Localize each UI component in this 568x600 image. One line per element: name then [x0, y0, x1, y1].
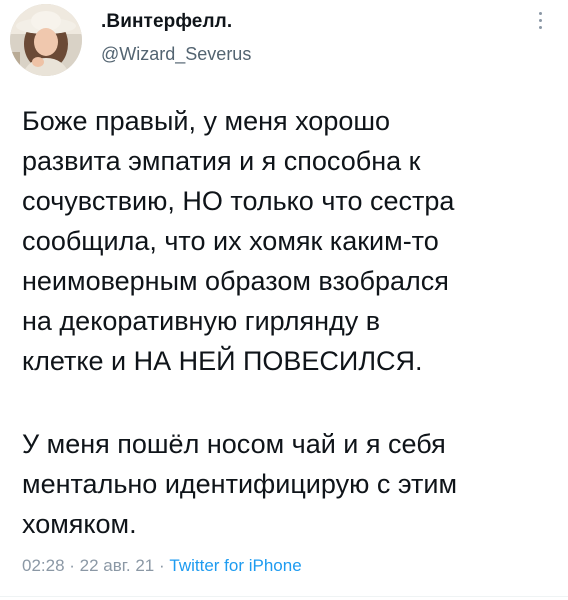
more-vertical-icon[interactable] [534, 12, 546, 34]
tweet-card: .Винтерфелл. @Wizard_Severus Боже правый… [0, 0, 568, 600]
divider [0, 596, 568, 597]
profile-photo-icon [10, 4, 82, 76]
avatar[interactable] [10, 4, 82, 76]
tweet-source-link[interactable]: Twitter for iPhone [169, 556, 301, 575]
meta-separator: · [64, 556, 80, 575]
tweet-time[interactable]: 02:28 [22, 556, 65, 575]
tweet-text-paragraph-2: У меня пошёл носом чай и я себя ментальн… [22, 429, 458, 539]
display-name[interactable]: .Винтерфелл. [101, 11, 232, 33]
meta-separator: · [154, 556, 170, 575]
tweet-meta: 02:28 · 22 авг. 21 · Twitter for iPhone [22, 556, 302, 576]
tweet-date[interactable]: 22 авг. 21 [80, 556, 155, 575]
user-handle[interactable]: @Wizard_Severus [101, 44, 251, 65]
tweet-text-paragraph-1: Боже правый, у меня хорошо развита эмпат… [22, 106, 455, 376]
